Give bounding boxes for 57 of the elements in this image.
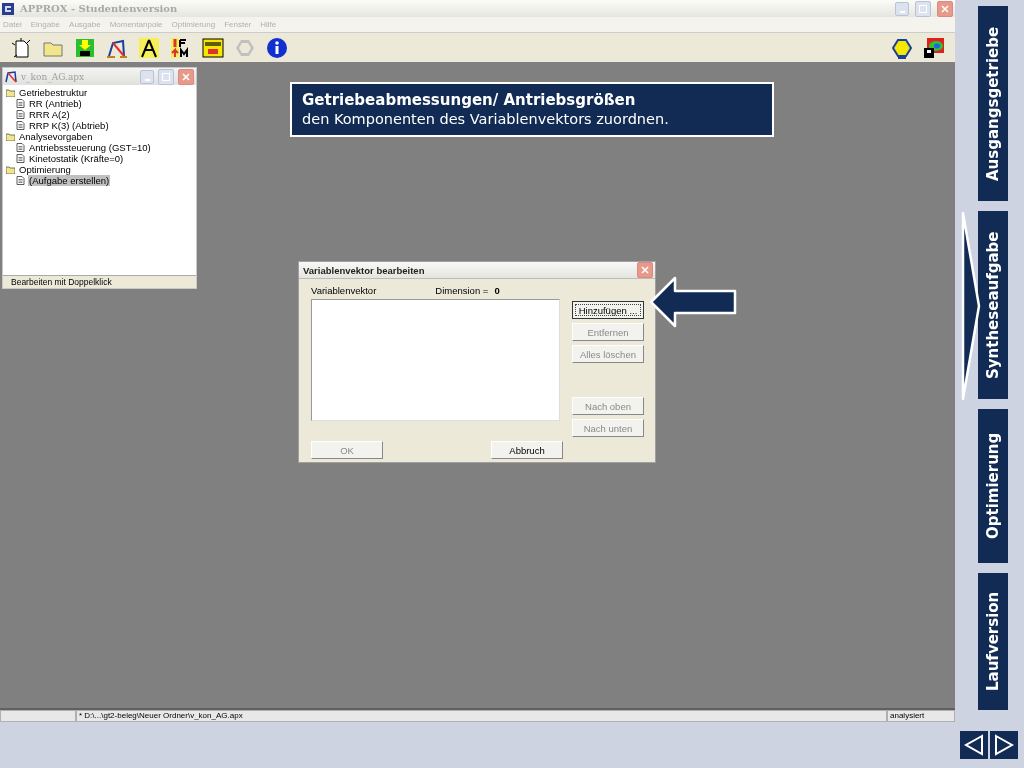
save-icon[interactable] [74,36,96,59]
folder-icon [6,165,15,174]
document-icon [16,121,25,130]
minimize-icon [899,10,905,13]
maximize-icon [919,4,927,13]
tree-item[interactable]: RR (Antrieb) [28,98,83,109]
previous-icon [962,733,986,757]
minimize-icon [144,78,150,81]
document-icon [16,154,25,163]
document-icon [16,176,25,185]
status-cell: * D:\...\gt2-beleg\Neuer Ordner\v_kon_AG.apx [76,710,887,722]
window-title: v_kon_AG.apx [21,71,86,82]
close-icon [941,4,949,13]
dialog-title: Variablenvektor bearbeiten [303,264,426,276]
tree-item[interactable]: Getriebestruktur [18,87,89,98]
info-icon[interactable] [266,36,288,59]
app-icon [2,2,14,15]
folder-icon [6,132,15,141]
linkage-icon [5,70,17,83]
arrow-icon [648,276,738,328]
close-button[interactable] [178,68,194,85]
status-text: Bearbeiten mit Doppelklick [3,275,196,288]
close-icon [641,266,649,274]
previous-button[interactable] [960,731,988,759]
close-icon [182,72,190,81]
nav-tab[interactable]: Laufversion [978,573,1008,710]
tree-item[interactable]: Analysevorgaben [18,131,94,142]
field-label: Variablenvektor [311,284,377,296]
close-button[interactable] [937,0,953,17]
next-icon [992,733,1016,757]
folder-icon [6,88,15,97]
new-document-icon[interactable] [10,36,32,59]
hexagon-logo-icon[interactable] [891,36,913,59]
maximize-icon [162,72,170,81]
callout-text: den Komponenten des Variablenvektors zuordnen. [302,110,670,129]
document-icon [16,143,25,152]
tree-item[interactable]: Kinetostatik (Kräfte=0) [28,153,125,164]
window-title: APPROX - Studentenversion [20,3,179,14]
nav-tab[interactable]: Optimierung [978,409,1008,563]
dialog-button[interactable]: Hinzufügen ... [572,301,644,319]
callout-title: Getriebeabmessungen/ Antriebsgrößen [302,90,637,110]
tree-item[interactable]: Optimierung [18,164,72,175]
tree-item[interactable]: RRP K(3) (Abtrieb) [28,120,110,131]
close-button[interactable] [637,262,653,278]
nav-tab[interactable]: Ausgangsgetriebe [978,6,1008,201]
dimension-label: Dimension = [435,284,489,296]
document-icon [16,99,25,108]
tree-item[interactable]: Antriebssteuerung (GST=10) [28,142,152,153]
dimension-value: 0 [494,284,500,296]
document-icon [16,110,25,119]
nav-tab[interactable]: Syntheseaufgabe [978,211,1008,399]
tree-item[interactable]: (Aufgabe erstellen) [28,175,111,186]
contour-plot-icon[interactable] [923,36,945,59]
dialog-button[interactable]: Abbruch [491,441,563,459]
next-button[interactable] [990,731,1018,759]
tree-item[interactable]: RRR A(2) [28,109,71,120]
status-cell: analysiert [887,710,955,722]
